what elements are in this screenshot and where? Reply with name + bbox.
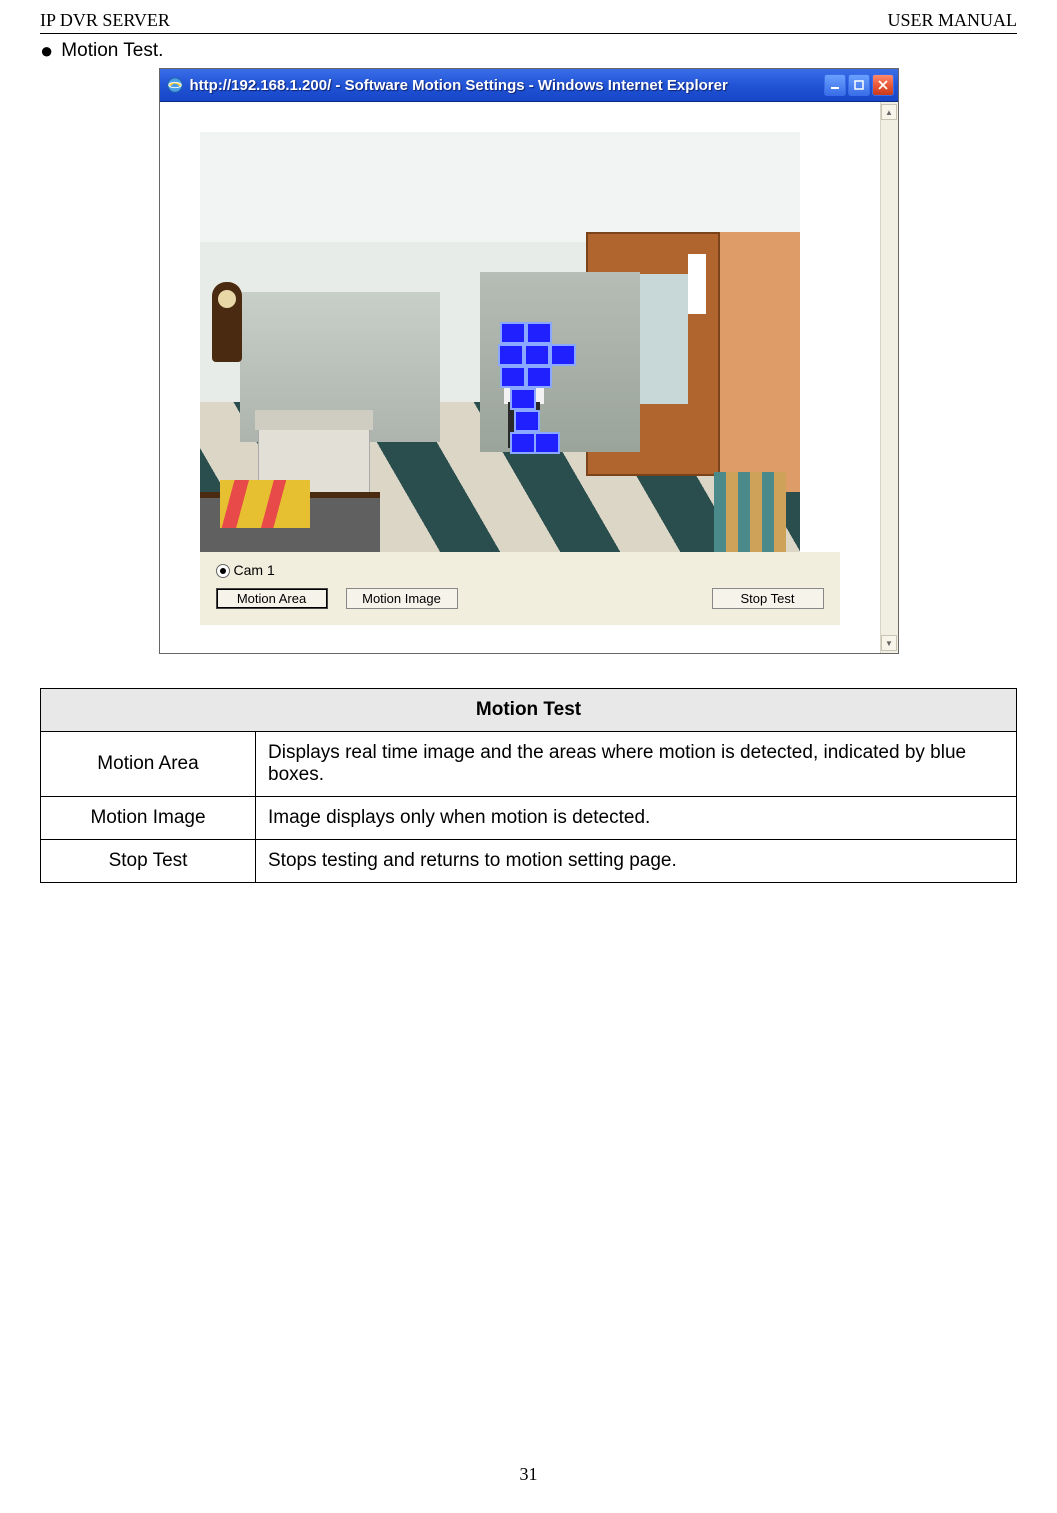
window-controls: [824, 74, 894, 96]
bullet-text: Motion Test.: [61, 40, 163, 61]
maximize-icon: [854, 80, 864, 90]
motion-image-button[interactable]: Motion Image: [346, 588, 458, 609]
motion-grid-cell: [524, 344, 550, 366]
motion-grid-cell: [500, 366, 526, 388]
header-left: IP DVR SERVER: [40, 10, 170, 31]
motion-grid-cell: [498, 344, 524, 366]
page-header: IP DVR SERVER USER MANUAL: [40, 10, 1017, 34]
scene-bookshelf: [714, 472, 786, 552]
scroll-down-icon[interactable]: ▼: [881, 635, 897, 651]
minimize-icon: [830, 80, 840, 90]
window-title: http://192.168.1.200/ - Software Motion …: [190, 77, 824, 94]
scene-door-sign: [688, 254, 706, 314]
table-description: Stops testing and returns to motion sett…: [256, 840, 1017, 883]
header-right: USER MANUAL: [887, 10, 1017, 31]
motion-grid-cell: [510, 432, 536, 454]
motion-grid-cell: [500, 322, 526, 344]
window-titlebar[interactable]: http://192.168.1.200/ - Software Motion …: [160, 69, 898, 102]
table-term: Motion Area: [41, 732, 256, 797]
camera-preview: [200, 132, 800, 552]
maximize-button[interactable]: [848, 74, 870, 96]
camera-radio-row: Cam 1: [216, 562, 824, 578]
close-button[interactable]: [872, 74, 894, 96]
close-icon: [878, 80, 888, 90]
cam1-radio[interactable]: [216, 564, 230, 578]
stop-test-button[interactable]: Stop Test: [712, 588, 824, 609]
vertical-scrollbar[interactable]: ▲ ▼: [880, 102, 898, 653]
motion-test-table: Motion Test Motion AreaDisplays real tim…: [40, 688, 1017, 883]
table-row: Motion AreaDisplays real time image and …: [41, 732, 1017, 797]
page-number: 31: [0, 1464, 1057, 1485]
window-content: Cam 1 Motion Area Motion Image Stop Test: [160, 102, 880, 653]
table-row: Motion ImageImage displays only when mot…: [41, 797, 1017, 840]
section-bullet: ● Motion Test.: [40, 40, 1017, 62]
table-title: Motion Test: [41, 689, 1017, 732]
table-term: Motion Image: [41, 797, 256, 840]
bullet-icon: ●: [40, 38, 53, 63]
motion-grid-cell: [526, 322, 552, 344]
table-term: Stop Test: [41, 840, 256, 883]
table-row: Stop TestStops testing and returns to mo…: [41, 840, 1017, 883]
table-description: Displays real time image and the areas w…: [256, 732, 1017, 797]
motion-grid-cell: [534, 432, 560, 454]
scene-folders: [220, 480, 310, 528]
ie-window: http://192.168.1.200/ - Software Motion …: [159, 68, 899, 654]
minimize-button[interactable]: [824, 74, 846, 96]
motion-grid-cell: [510, 388, 536, 410]
scene-clock: [212, 282, 242, 362]
motion-area-button[interactable]: Motion Area: [216, 588, 328, 609]
scene-ceiling: [200, 132, 800, 242]
table-description: Image displays only when motion is detec…: [256, 797, 1017, 840]
scroll-up-icon[interactable]: ▲: [881, 104, 897, 120]
motion-grid-cell: [514, 410, 540, 432]
motion-grid-cell: [526, 366, 552, 388]
control-panel: Cam 1 Motion Area Motion Image Stop Test: [200, 552, 840, 625]
ie-logo-icon: [166, 76, 184, 94]
scene-right-wall: [716, 232, 800, 492]
motion-grid-cell: [550, 344, 576, 366]
cam1-radio-label: Cam 1: [234, 562, 275, 578]
